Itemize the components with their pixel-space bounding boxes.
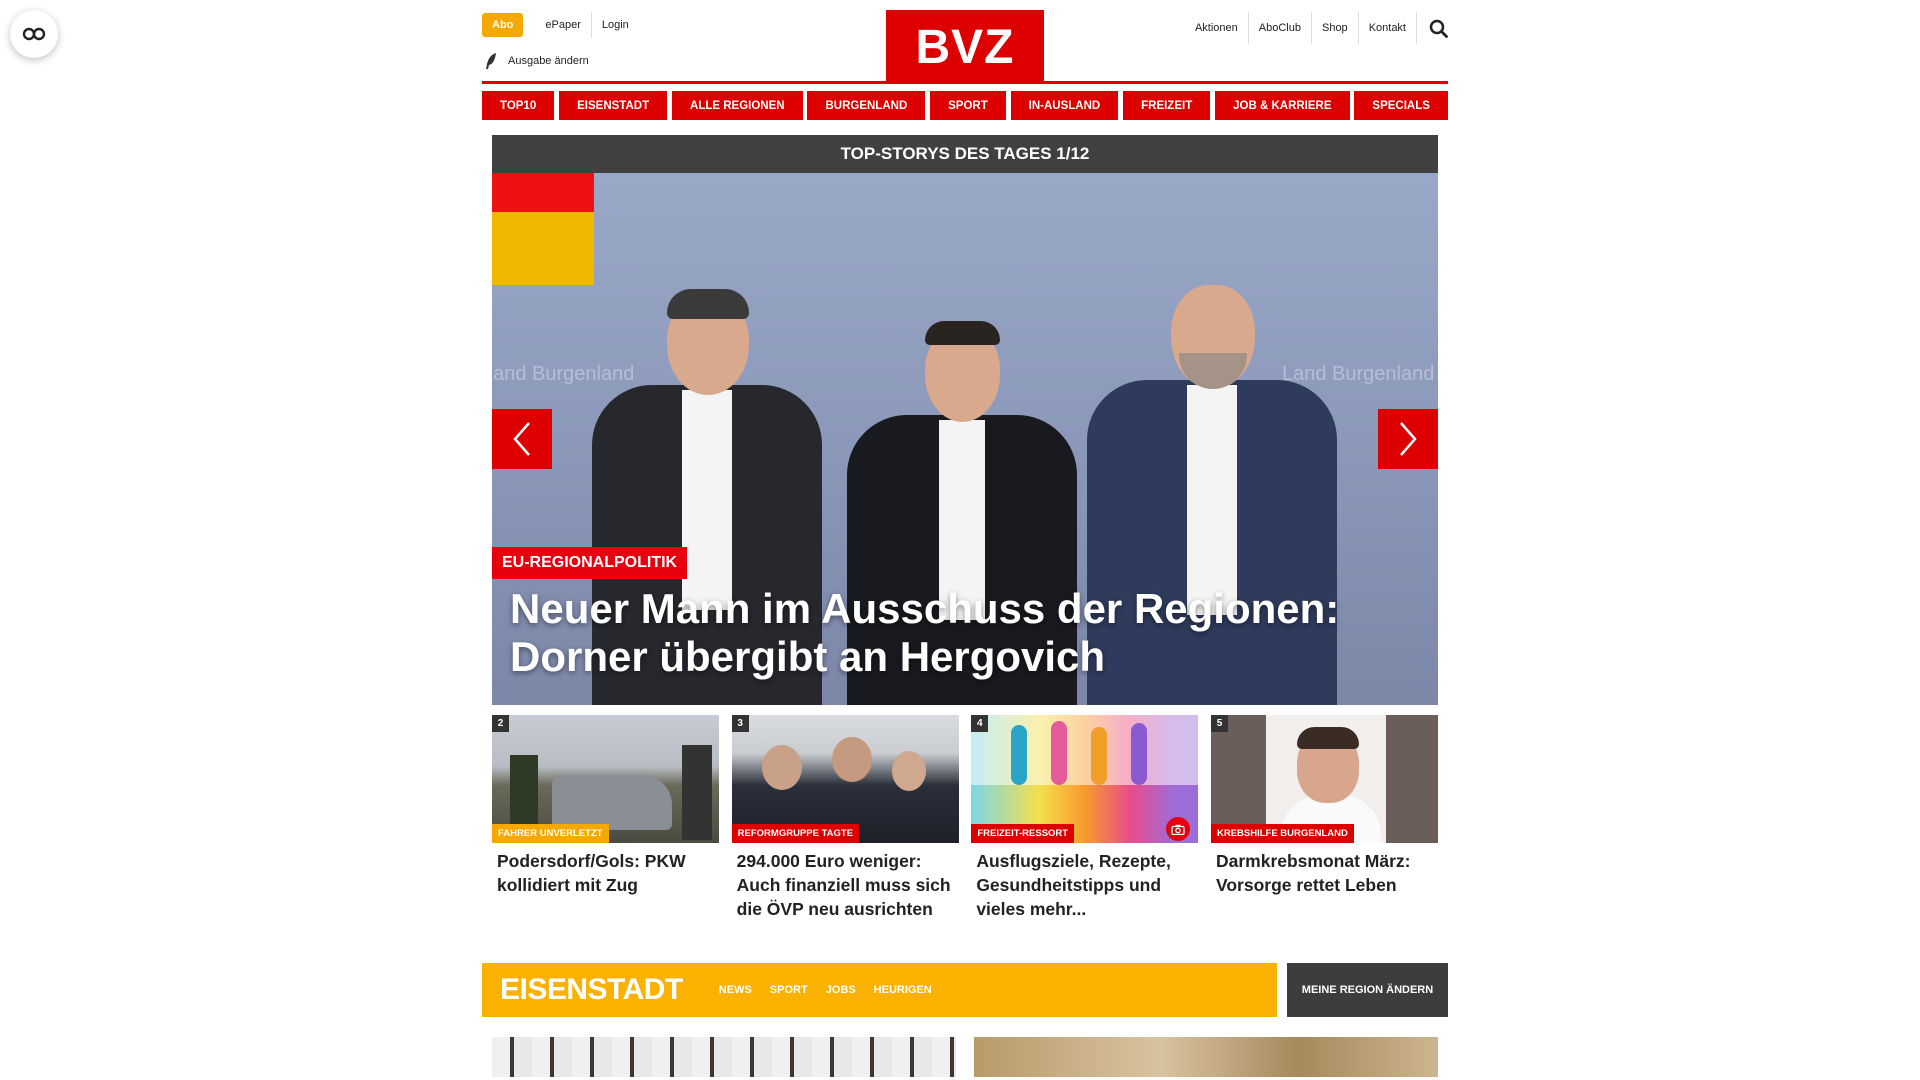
nav-item-top10[interactable]: TOP10 [482, 91, 555, 120]
story-card-image[interactable]: 5 KREBSHILFE BURGENLAND [1210, 715, 1438, 843]
story-number: 2 [492, 715, 509, 732]
site-header: Abo ePaper Login Ausgabe ändern BVZ Akti… [482, 0, 1448, 84]
story-category: KREBSHILFE BURGENLAND [1210, 824, 1354, 843]
shop-link[interactable]: Shop [1310, 12, 1358, 44]
story-category: FREIZEIT-RESSORT [971, 824, 1075, 843]
story-category: FAHRER UNVERLETZT [492, 824, 609, 843]
region-story-image[interactable] [974, 1037, 1438, 1077]
region-story-images [492, 1037, 1438, 1077]
chevron-right-icon [1400, 422, 1417, 456]
region-story-image[interactable] [492, 1037, 956, 1077]
gallery-badge [1166, 817, 1191, 841]
top-stories-slider: TOP-STORYS DES TAGES 1/12 Land Burgenlan… [492, 135, 1438, 705]
nav-item-burgenland[interactable]: BURGENLAND [807, 91, 926, 120]
flag-image [492, 173, 594, 285]
chevron-left-icon [513, 422, 530, 456]
top-story-title[interactable]: Neuer Mann im Ausschuss der Regionen: Do… [510, 585, 1398, 681]
change-edition-label: Ausgabe ändern [508, 55, 589, 67]
header-right-links: Aktionen AboClub Shop Kontakt [1185, 12, 1448, 44]
story-card[interactable]: 3 REFORMGRUPPE TAGTE 294.000 Euro wenige… [731, 715, 959, 921]
region-link-news[interactable]: NEWS [719, 984, 752, 996]
change-edition-link[interactable]: Ausgabe ändern [484, 52, 589, 70]
nav-item-alle-regionen[interactable]: ALLE REGIONEN [672, 91, 803, 120]
region-link-heurigen[interactable]: HEURIGEN [874, 984, 932, 996]
slider-prev-button[interactable] [492, 409, 552, 469]
aktionen-link[interactable]: Aktionen [1185, 12, 1248, 44]
region-link-jobs[interactable]: JOBS [826, 984, 856, 996]
story-card[interactable]: 2 FAHRER UNVERLETZT Podersdorf/Gols: PKW… [492, 715, 719, 921]
abo-button[interactable]: Abo [482, 13, 524, 37]
story-card[interactable]: 5 KREBSHILFE BURGENLAND Darmkrebsmonat M… [1210, 715, 1438, 921]
quill-icon [486, 53, 496, 69]
nav-item-freizeit[interactable]: FREIZEIT [1123, 91, 1211, 120]
story-card[interactable]: 4 FREIZEIT-RESSORT Ausflugsziele, Rezept… [971, 715, 1199, 921]
story-title[interactable]: Darmkrebsmonat März: Vorsorge rettet Leb… [1211, 843, 1438, 897]
kontakt-link[interactable]: Kontakt [1357, 12, 1416, 44]
region-section-header: EISENSTADT NEWS SPORT JOBS HEURIGEN MEIN… [482, 963, 1448, 1017]
story-card-image[interactable]: 4 FREIZEIT-RESSORT [971, 715, 1199, 843]
story-number: 5 [1210, 715, 1228, 732]
search-button[interactable] [1416, 12, 1448, 44]
nav-item-eisenstadt[interactable]: EISENSTADT [559, 91, 668, 120]
region-link-sport[interactable]: SPORT [770, 984, 808, 996]
change-region-button[interactable]: MEINE REGION ÄNDERN [1287, 963, 1448, 1017]
top-stories-heading: TOP-STORYS DES TAGES 1/12 [492, 135, 1438, 173]
header-left-links: Abo ePaper Login [482, 12, 639, 38]
glasses-icon [22, 27, 46, 41]
region-title[interactable]: EISENSTADT [500, 973, 683, 1007]
story-card-image[interactable]: 3 REFORMGRUPPE TAGTE [731, 715, 959, 843]
story-title[interactable]: Ausflugsziele, Rezepte, Gesundheitstipps… [971, 843, 1198, 921]
search-icon [1429, 19, 1448, 38]
login-link[interactable]: Login [590, 12, 639, 38]
bvz-logo[interactable]: BVZ [886, 10, 1044, 84]
top-story-image[interactable]: Land Burgenland Land Burgenland EU-REGIO… [492, 173, 1438, 705]
story-title[interactable]: 294.000 Euro weniger: Auch finanziell mu… [732, 843, 959, 921]
nav-item-specials[interactable]: SPECIALS [1354, 91, 1448, 120]
camera-icon [1171, 824, 1185, 835]
nav-item-job-karriere[interactable]: JOB & KARRIERE [1215, 91, 1350, 120]
page-wrapper: Abo ePaper Login Ausgabe ändern BVZ Akti… [482, 0, 1448, 1077]
story-title[interactable]: Podersdorf/Gols: PKW kollidiert mit Zug [492, 843, 719, 897]
slider-next-button[interactable] [1378, 409, 1438, 469]
epaper-link[interactable]: ePaper [535, 12, 590, 38]
story-number: 3 [731, 715, 749, 732]
story-cards: 2 FAHRER UNVERLETZT Podersdorf/Gols: PKW… [492, 715, 1438, 921]
story-card-image[interactable]: 2 FAHRER UNVERLETZT [492, 715, 719, 843]
top-story-category[interactable]: EU-REGIONALPOLITIK [492, 547, 688, 579]
story-category: REFORMGRUPPE TAGTE [731, 824, 860, 843]
nav-item-sport[interactable]: SPORT [930, 91, 1006, 120]
region-bar: EISENSTADT NEWS SPORT JOBS HEURIGEN [482, 963, 1277, 1017]
accessibility-toggle-button[interactable] [10, 10, 58, 58]
main-navigation: TOP10 EISENSTADT ALLE REGIONEN BURGENLAN… [482, 91, 1448, 120]
story-number: 4 [971, 715, 989, 732]
aboclub-link[interactable]: AboClub [1247, 12, 1311, 44]
nav-item-in-ausland[interactable]: IN-AUSLAND [1010, 91, 1119, 120]
